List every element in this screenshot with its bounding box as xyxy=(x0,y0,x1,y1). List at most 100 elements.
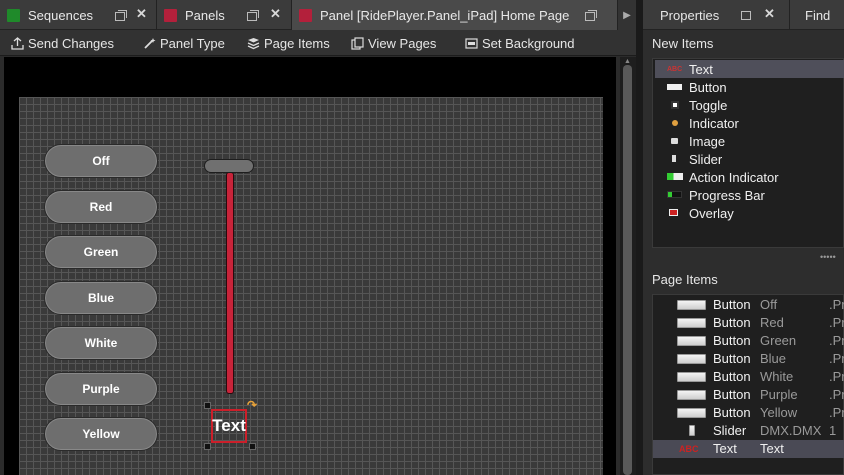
tab-find[interactable]: Find xyxy=(805,0,830,30)
page-item-row[interactable]: Button Off .Pr xyxy=(653,296,844,314)
new-item-text[interactable]: ABC Text xyxy=(655,60,844,78)
page-item-type: Button xyxy=(713,297,751,312)
panel-button-label: White xyxy=(84,336,118,350)
new-item-indicator[interactable]: Indicator xyxy=(655,114,844,132)
close-icon[interactable]: ✕ xyxy=(270,6,281,22)
page-items-button[interactable]: Page Items xyxy=(247,30,330,56)
scrollbar-thumb[interactable] xyxy=(623,65,632,475)
page-item-detail: .Pr xyxy=(829,369,844,384)
panel-button-red[interactable]: Red xyxy=(44,190,158,224)
tab-scroll-right-button[interactable]: ▶ xyxy=(618,0,636,30)
button-icon xyxy=(677,390,706,400)
page-item-row[interactable]: Button Blue .Pr xyxy=(653,350,844,368)
indicator-icon xyxy=(672,120,678,126)
resize-handle-bottom-right[interactable] xyxy=(249,443,256,450)
tab-properties[interactable]: Properties ✕ xyxy=(643,0,790,30)
page-item-name: Green xyxy=(760,333,797,348)
panel-button-off[interactable]: Off xyxy=(44,144,158,178)
page-item-row[interactable]: Button White .Pr xyxy=(653,368,844,386)
panel-button-yellow[interactable]: Yellow xyxy=(44,417,158,451)
close-icon[interactable]: ✕ xyxy=(764,6,775,22)
float-tab-icon[interactable] xyxy=(115,10,127,21)
button-icon xyxy=(677,300,706,310)
page-item-row[interactable]: Slider DMX.DMX 1 xyxy=(653,422,844,440)
panel-text-item[interactable]: Text xyxy=(211,409,247,443)
layers-icon xyxy=(247,37,260,49)
text-icon: ABC xyxy=(667,66,683,73)
button-icon xyxy=(677,336,706,346)
new-item-label: Image xyxy=(689,133,726,149)
panel-button-label: Yellow xyxy=(82,427,120,441)
panel-button-white[interactable]: White xyxy=(44,326,158,360)
slider-icon xyxy=(672,155,676,162)
panel-button-purple[interactable]: Purple xyxy=(44,372,158,406)
new-item-image[interactable]: Image xyxy=(655,132,844,150)
tab-find-label: Find xyxy=(805,7,831,23)
button-icon xyxy=(677,372,706,382)
document-tab-bar: Sequences ✕ Panels ✕ Panel [RidePlayer.P… xyxy=(0,0,636,30)
page-item-type: Button xyxy=(713,369,751,384)
pages-icon xyxy=(351,36,364,50)
panel-splitter[interactable] xyxy=(636,0,643,475)
page-item-name: Yellow xyxy=(760,405,798,420)
page-item-detail: 1 xyxy=(829,423,837,438)
new-items-title: New Items xyxy=(652,36,714,51)
sequences-color-swatch xyxy=(7,8,20,22)
new-item-toggle[interactable]: Toggle xyxy=(655,96,844,114)
wand-icon xyxy=(144,37,156,49)
text-icon: ABC xyxy=(679,444,699,454)
panel-type-button[interactable]: Panel Type xyxy=(143,30,225,56)
page-item-type: Text xyxy=(713,441,737,456)
panel-slider-handle[interactable] xyxy=(204,159,254,173)
panel-button-blue[interactable]: Blue xyxy=(44,281,158,315)
new-item-label: Toggle xyxy=(689,97,728,113)
page-item-row[interactable]: Button Green .Pr xyxy=(653,332,844,350)
send-changes-label: Send Changes xyxy=(28,35,115,51)
panel-button-green[interactable]: Green xyxy=(44,235,158,269)
tab-panel-home-page[interactable]: Panel [RidePlayer.Panel_iPad] Home Page xyxy=(292,0,618,30)
page-item-row[interactable]: Button Purple .Pr xyxy=(653,386,844,404)
button-icon xyxy=(667,84,682,90)
new-item-overlay[interactable]: Overlay xyxy=(655,204,844,222)
float-tab-icon[interactable] xyxy=(247,10,259,21)
panel-type-label: Panel Type xyxy=(160,35,225,51)
tab-panels[interactable]: Panels ✕ xyxy=(157,0,292,30)
tab-label: Sequences xyxy=(28,7,94,23)
panel-toolbar: Send Changes Panel Type Page Items View … xyxy=(0,30,636,56)
progress-bar-icon xyxy=(667,191,682,198)
send-changes-button[interactable]: Send Changes xyxy=(11,30,114,56)
page-item-detail: .Pr xyxy=(829,333,844,348)
new-item-button[interactable]: Button xyxy=(655,78,844,96)
set-background-label: Set Background xyxy=(482,35,575,51)
tab-sequences[interactable]: Sequences ✕ xyxy=(0,0,157,30)
rotate-handle-icon[interactable]: ↷ xyxy=(247,398,257,412)
page-item-type: Button xyxy=(713,387,751,402)
drag-grip-icon[interactable]: ••••• xyxy=(820,252,836,262)
view-pages-button[interactable]: View Pages xyxy=(351,30,436,56)
new-item-progress-bar[interactable]: Progress Bar xyxy=(655,186,844,204)
resize-handle-top-left[interactable] xyxy=(204,402,211,409)
page-item-name: Purple xyxy=(760,387,798,402)
page-item-name: DMX.DMX xyxy=(760,423,822,438)
panel-button-label: Green xyxy=(83,245,119,259)
float-tab-icon[interactable] xyxy=(585,10,597,21)
properties-panel: Properties ✕ Find New Items ABC Text But… xyxy=(643,0,844,475)
panel-button-label: Off xyxy=(92,154,110,168)
new-item-action-indicator[interactable]: Action Indicator xyxy=(655,168,844,186)
page-items-label: Page Items xyxy=(264,35,330,51)
scroll-up-icon[interactable]: ▲ xyxy=(624,58,631,65)
set-background-button[interactable]: Set Background xyxy=(465,30,575,56)
panel-slider-track[interactable] xyxy=(226,172,234,394)
close-icon[interactable]: ✕ xyxy=(136,6,147,22)
overlay-icon xyxy=(669,209,678,216)
page-item-row[interactable]: Button Yellow .Pr xyxy=(653,404,844,422)
resize-handle-bottom-left[interactable] xyxy=(204,443,211,450)
panel-color-swatch xyxy=(299,8,312,22)
background-icon xyxy=(465,37,478,49)
page-item-row-selected[interactable]: ABC Text Text xyxy=(653,440,844,458)
tab-properties-label: Properties xyxy=(660,7,720,23)
canvas-vertical-scrollbar[interactable]: ▲ xyxy=(620,57,636,475)
new-item-slider[interactable]: Slider xyxy=(655,150,844,168)
page-item-row[interactable]: Button Red .Pr xyxy=(653,314,844,332)
float-panel-icon[interactable] xyxy=(741,11,751,20)
